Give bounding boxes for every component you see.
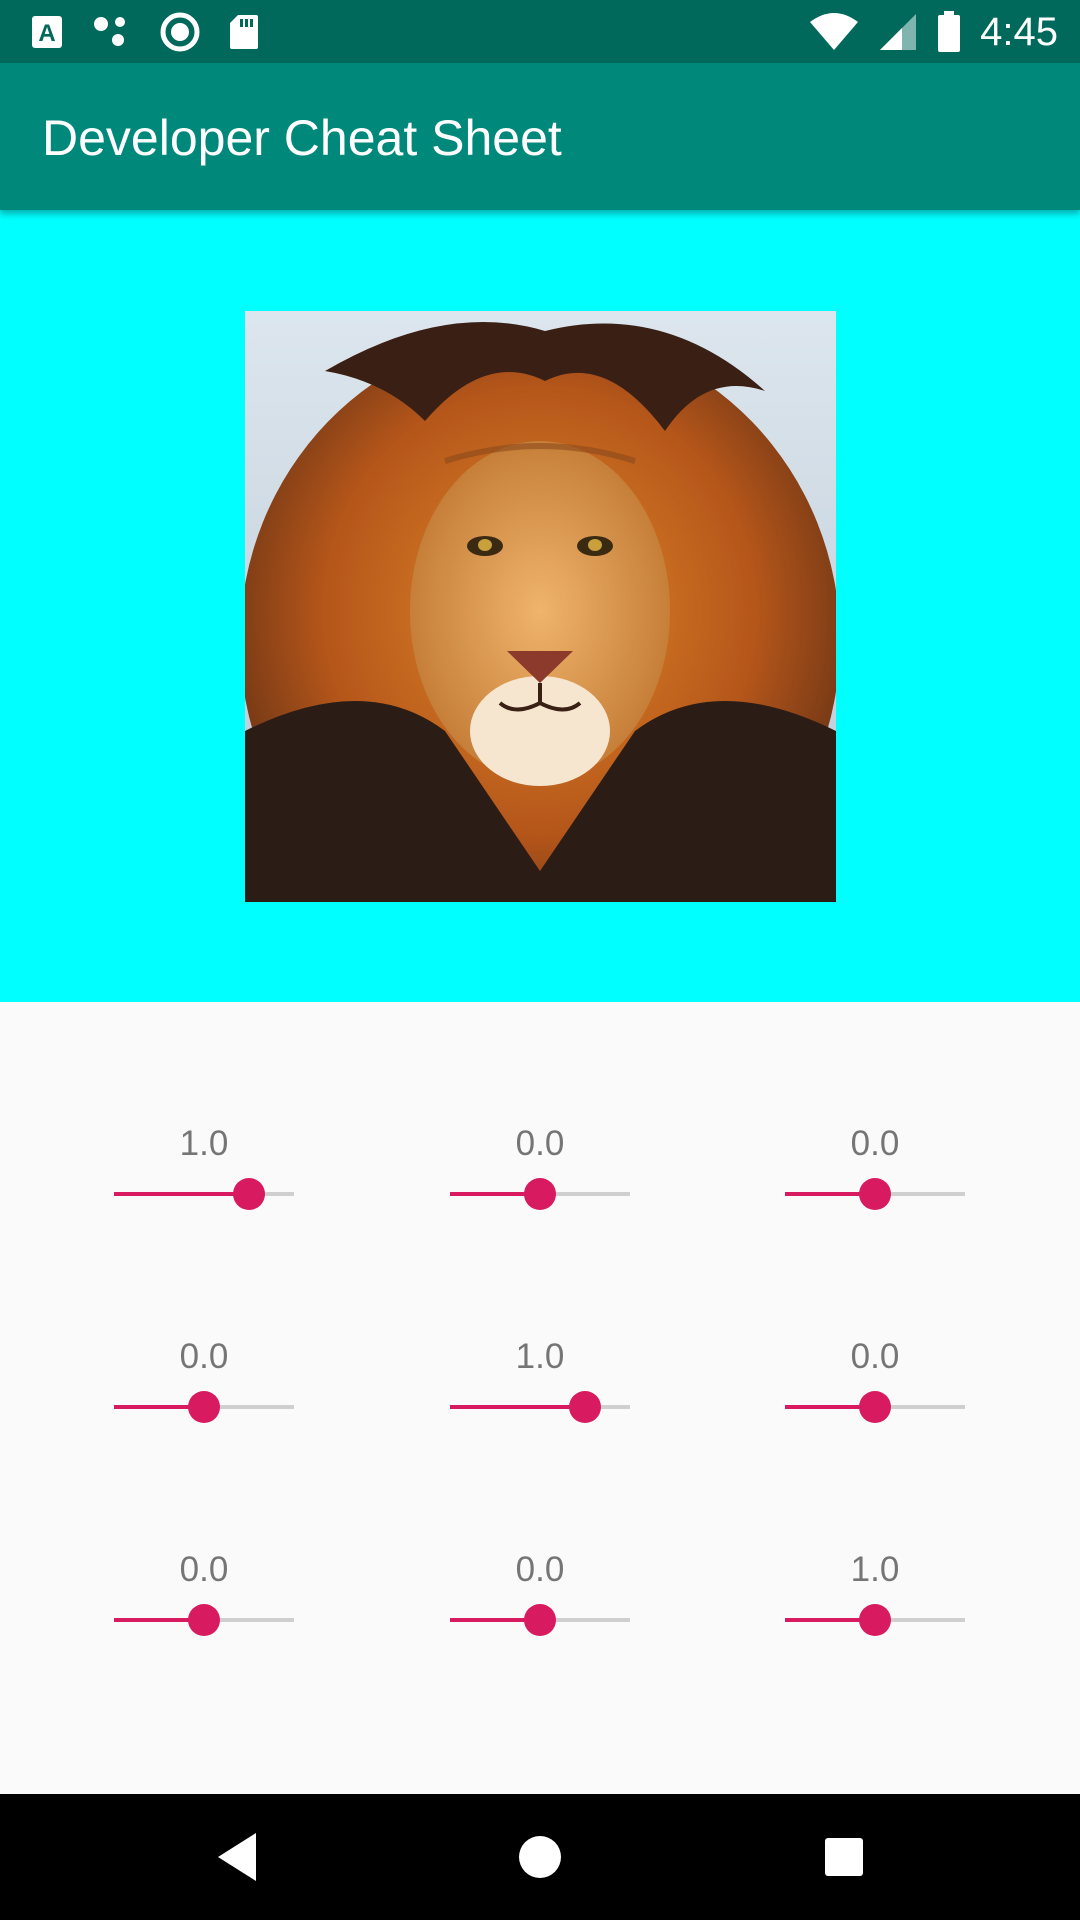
lion-photo <box>245 311 836 902</box>
home-icon <box>519 1836 561 1878</box>
wifi-icon <box>810 13 859 50</box>
slider-thumb[interactable] <box>859 1178 891 1210</box>
value-slider[interactable] <box>785 1600 965 1640</box>
recents-icon <box>825 1838 863 1876</box>
cell-value: 1.0 <box>179 1124 229 1163</box>
status-notifications: A <box>30 12 260 52</box>
value-slider[interactable] <box>785 1174 965 1214</box>
home-button[interactable] <box>510 1827 570 1887</box>
value-slider[interactable] <box>785 1387 965 1427</box>
matrix-cell-r2c2: 1.0 <box>450 1337 630 1457</box>
svg-text:A: A <box>38 20 55 47</box>
cell-value: 1.0 <box>515 1337 565 1376</box>
back-icon <box>218 1833 256 1881</box>
cell-value: 1.0 <box>850 1550 900 1589</box>
cell-value: 0.0 <box>515 1124 565 1163</box>
slider-thumb[interactable] <box>188 1391 220 1423</box>
status-system: 4:45 <box>808 8 1058 56</box>
slider-fill <box>450 1405 585 1409</box>
matrix-cell-r2c1: 0.0 <box>114 1337 294 1457</box>
color-matrix-panel: 1.0 0.0 0.0 0.0 1.0 0.0 0.0 0.0 1.0 <box>0 1002 1080 1794</box>
slider-thumb[interactable] <box>524 1178 556 1210</box>
cell-value: 0.0 <box>850 1337 900 1376</box>
matrix-cell-r3c2: 0.0 <box>450 1550 630 1670</box>
slider-thumb[interactable] <box>188 1604 220 1636</box>
recents-button[interactable] <box>814 1827 874 1887</box>
matrix-cell-r1c3: 0.0 <box>785 1124 965 1244</box>
cell-value: 0.0 <box>850 1124 900 1163</box>
slider-thumb[interactable] <box>859 1604 891 1636</box>
navigation-bar <box>0 1794 1080 1920</box>
matrix-cell-r1c2: 0.0 <box>450 1124 630 1244</box>
app-bar: Developer Cheat Sheet <box>0 63 1080 210</box>
cell-value: 0.0 <box>179 1337 229 1376</box>
value-slider[interactable] <box>114 1174 294 1214</box>
app-title: Developer Cheat Sheet <box>42 110 562 166</box>
slider-thumb[interactable] <box>859 1391 891 1423</box>
cell-value: 0.0 <box>179 1550 229 1589</box>
back-button[interactable] <box>206 1827 266 1887</box>
record-icon <box>160 12 200 52</box>
battery-icon <box>938 11 961 52</box>
matrix-cell-r3c1: 0.0 <box>114 1550 294 1670</box>
matrix-cell-r1c1: 1.0 <box>114 1124 294 1244</box>
cell-value: 0.0 <box>515 1550 565 1589</box>
a-notification-icon: A <box>32 16 62 48</box>
slider-thumb[interactable] <box>524 1604 556 1636</box>
value-slider[interactable] <box>450 1174 630 1214</box>
image-panel <box>0 210 1080 1002</box>
slider-fill <box>114 1192 249 1196</box>
dots-icon <box>94 17 125 46</box>
cell-signal-icon <box>880 14 917 50</box>
status-bar: A 4:45 <box>0 0 1080 63</box>
matrix-cell-r3c3: 1.0 <box>785 1550 965 1670</box>
matrix-cell-r2c3: 0.0 <box>785 1337 965 1457</box>
sd-card-icon <box>230 15 258 49</box>
status-time: 4:45 <box>980 10 1058 54</box>
value-slider[interactable] <box>114 1600 294 1640</box>
value-slider[interactable] <box>114 1387 294 1427</box>
value-slider[interactable] <box>450 1600 630 1640</box>
slider-thumb[interactable] <box>569 1391 601 1423</box>
value-slider[interactable] <box>450 1387 630 1427</box>
slider-thumb[interactable] <box>233 1178 265 1210</box>
